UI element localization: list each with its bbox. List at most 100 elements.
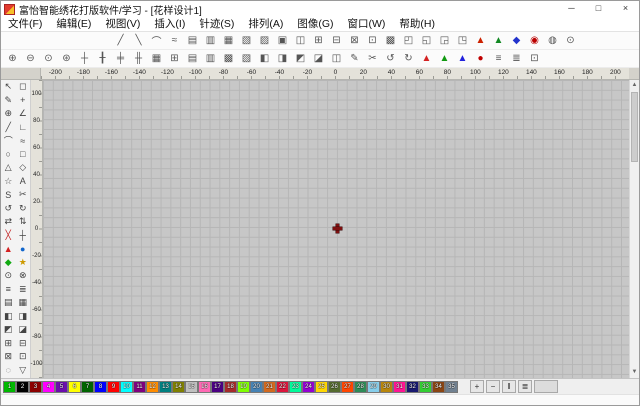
cross-fill-tool[interactable]: ▨ [257, 33, 272, 48]
shade-bottom-tool[interactable]: ◪ [311, 51, 326, 66]
origin-point-tool[interactable]: ⊙ [563, 33, 578, 48]
color-swatch[interactable]: 10 [120, 381, 133, 393]
color-swatch[interactable]: 21 [263, 381, 276, 393]
down-triangle-tool[interactable]: ▽ [16, 364, 31, 378]
list-view-tool[interactable]: ≡ [491, 51, 506, 66]
polyline-tool[interactable]: ∟ [16, 121, 31, 135]
color-swatch[interactable]: 19 [237, 381, 250, 393]
color-block-tool[interactable]: ◆ [509, 33, 524, 48]
stitch-view-tool[interactable]: ▧ [239, 51, 254, 66]
quarter-fill-tl-tool[interactable]: ◰ [401, 33, 416, 48]
color-swatch[interactable]: 29 [367, 381, 380, 393]
green-diamond-tool[interactable]: ◆ [1, 256, 16, 270]
measure-tool[interactable]: ∠ [16, 107, 31, 121]
edit-point-tool[interactable]: ✎ [1, 94, 16, 108]
shade-top-tool[interactable]: ◩ [293, 51, 308, 66]
rotate-cw-tool[interactable]: ↻ [16, 202, 31, 216]
color-swatch[interactable]: 15 [185, 381, 198, 393]
red-triangle-tool[interactable]: ▲ [1, 242, 16, 256]
minimize-button[interactable]: ─ [558, 1, 585, 17]
menu-item[interactable]: 排列(A) [241, 17, 290, 32]
half-right-tool[interactable]: ◨ [16, 310, 31, 324]
distribute-tool[interactable]: ≣ [16, 283, 31, 297]
trim-point-tool[interactable]: ◍ [545, 33, 560, 48]
triple-stitch-tool[interactable]: ╲ [131, 33, 146, 48]
arc-tool[interactable]: ⌒ [1, 134, 16, 148]
star-tool[interactable]: ☆ [1, 175, 16, 189]
color-swatch[interactable]: 22 [276, 381, 289, 393]
color-swatch[interactable]: 8 [94, 381, 107, 393]
cut-tool[interactable]: ✂ [365, 51, 380, 66]
window-tool[interactable]: ⊞ [1, 337, 16, 351]
color-swatch[interactable]: 14 [172, 381, 185, 393]
half-left-tool[interactable]: ◧ [1, 310, 16, 324]
zoom-actual-tool[interactable]: ⊙ [41, 51, 56, 66]
rotate-ccw-tool[interactable]: ↺ [1, 202, 16, 216]
palette-wide-button[interactable] [534, 380, 558, 393]
menu-item[interactable]: 编辑(E) [49, 17, 98, 32]
color-swatch[interactable]: 3 [29, 381, 42, 393]
zoom-tool[interactable]: ⊕ [1, 107, 16, 121]
move-design-tool[interactable]: ╂ [95, 51, 110, 66]
mirror-v-tool[interactable]: ⇅ [16, 215, 31, 229]
remove-color-button[interactable]: − [486, 380, 500, 393]
ruler-toggle-tool[interactable]: ▤ [185, 51, 200, 66]
grid-toggle-tool[interactable]: ▦ [149, 51, 164, 66]
hatch-tool[interactable]: ▤ [1, 296, 16, 310]
triangle-green-tool[interactable]: ▲ [437, 51, 452, 66]
undo-tool[interactable]: ↺ [383, 51, 398, 66]
detail-view-tool[interactable]: ≣ [509, 51, 524, 66]
cross-stitch-tool[interactable]: ⊠ [347, 33, 362, 48]
color-swatch[interactable]: 35 [445, 381, 458, 393]
minus-frame-tool[interactable]: ⊟ [16, 337, 31, 351]
color-swatch[interactable]: 32 [406, 381, 419, 393]
color-swatch[interactable]: 11 [133, 381, 146, 393]
blue-dot-tool[interactable]: ● [16, 242, 31, 256]
exclude-tool[interactable]: ⊗ [16, 269, 31, 283]
rect-tool[interactable]: □ [16, 148, 31, 162]
outline-view-tool[interactable]: ▩ [221, 51, 236, 66]
contour-fill-tool[interactable]: ◫ [293, 33, 308, 48]
grid-snap-tool[interactable]: ⊞ [167, 51, 182, 66]
redo-tool[interactable]: ↻ [401, 51, 416, 66]
gold-star-tool[interactable]: ★ [16, 256, 31, 270]
color-swatch[interactable]: 5 [55, 381, 68, 393]
close-button[interactable]: × [612, 1, 639, 17]
scroll-down-arrow[interactable]: ▼ [630, 367, 639, 378]
align-tool[interactable]: ≡ [1, 283, 16, 297]
corner-br-tool[interactable]: ◪ [16, 323, 31, 337]
close-frame-tool[interactable]: ⊠ [1, 350, 16, 364]
frame-tool[interactable]: ⊡ [527, 51, 542, 66]
scrollbar-track[interactable] [630, 163, 639, 367]
shade-left-tool[interactable]: ◧ [257, 51, 272, 66]
line-tool[interactable]: ╱ [1, 121, 16, 135]
scrollbar-thumb[interactable] [631, 92, 638, 162]
stop-point-tool[interactable]: ◉ [527, 33, 542, 48]
scissors-tool[interactable]: ✂ [16, 188, 31, 202]
zoom-in-tool[interactable]: ⊕ [5, 51, 20, 66]
menu-item[interactable]: 针迹(S) [192, 17, 241, 32]
color-swatch[interactable]: 13 [159, 381, 172, 393]
quarter-fill-bl-tool[interactable]: ◱ [419, 33, 434, 48]
color-swatch[interactable]: 33 [419, 381, 432, 393]
add-point-tool[interactable]: + [16, 94, 31, 108]
quarter-fill-tr-tool[interactable]: ◳ [455, 33, 470, 48]
menu-item[interactable]: 插入(I) [147, 17, 192, 32]
diamond-tool[interactable]: ◇ [16, 161, 31, 175]
menu-item[interactable]: 视图(V) [98, 17, 147, 32]
shade-right-tool[interactable]: ◨ [275, 51, 290, 66]
shade-center-tool[interactable]: ◫ [329, 51, 344, 66]
motif-fill-tool[interactable]: ⊟ [329, 33, 344, 48]
add-color-button[interactable]: + [470, 380, 484, 393]
draw-pen-tool[interactable]: ✎ [347, 51, 362, 66]
color-swatch[interactable]: 1 [3, 381, 16, 393]
pan-tool[interactable]: ┼ [77, 51, 92, 66]
zoom-fit-tool[interactable]: ⊛ [59, 51, 74, 66]
menu-item[interactable]: 图像(G) [290, 17, 340, 32]
color-swatch[interactable]: 26 [328, 381, 341, 393]
zoom-out-tool[interactable]: ⊖ [23, 51, 38, 66]
circle-tool[interactable]: ○ [1, 148, 16, 162]
triangle-blue-tool[interactable]: ▲ [455, 51, 470, 66]
text-tool[interactable]: A [16, 175, 31, 189]
run-stitch-tool[interactable]: ╱ [113, 33, 128, 48]
